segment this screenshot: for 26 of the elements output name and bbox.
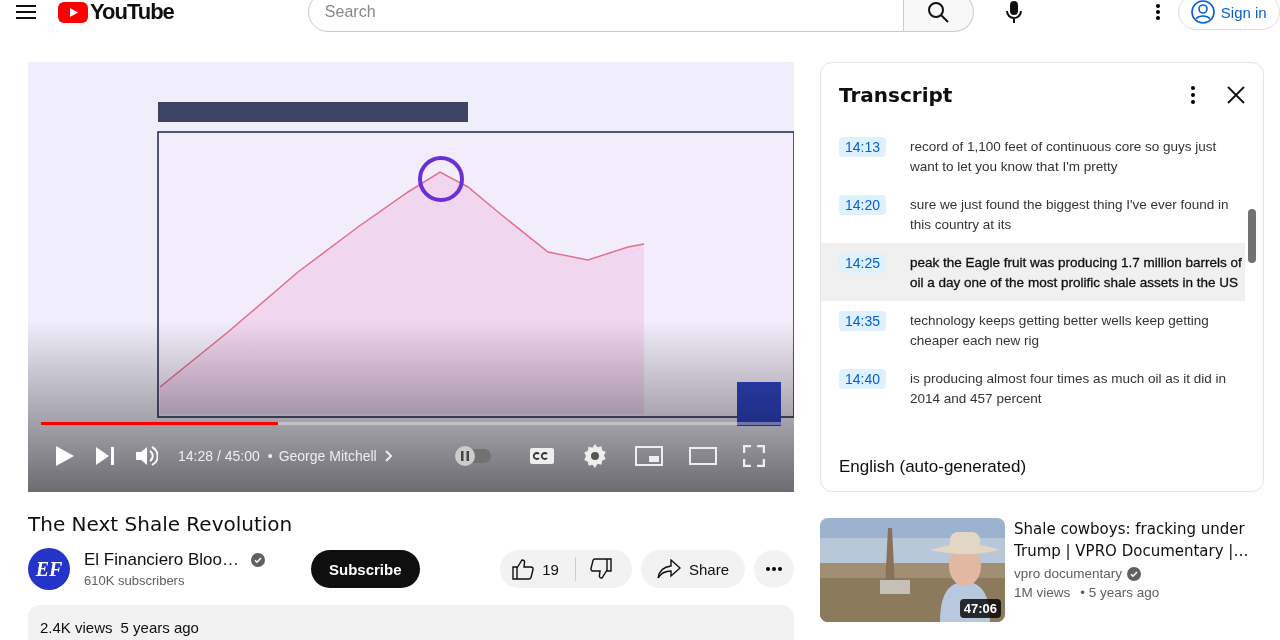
search-field[interactable]: Search	[307, 0, 904, 32]
duration-badge: 47:06	[959, 599, 1001, 618]
channel-name[interactable]: El Financiero Bloo…	[84, 550, 239, 570]
upload-age: • 5 years ago	[1080, 585, 1160, 600]
youtube-logo[interactable]: YouTube	[58, 0, 174, 25]
description-box[interactable]: 2.4K views 5 years ago	[28, 605, 794, 640]
panel-title: Transcript	[839, 83, 954, 107]
video-title: The Next Shale Revolution	[28, 511, 294, 538]
view-count: 2.4K views	[40, 619, 113, 638]
channel-name[interactable]: vpro documentary	[1014, 566, 1123, 581]
channel-avatar[interactable]: EF	[28, 548, 70, 590]
transcript-segment[interactable]: 14:25 peak the Eagle fruit was producing 1.7 million barrels of oil a day one of the most prolific shale assets in the US	[821, 243, 1245, 301]
sign-in-button[interactable]: Sign in	[1177, 0, 1280, 30]
time-display: 14:28 / 45:00	[178, 448, 260, 464]
transcript-segment[interactable]: 14:20 sure we just found the biggest thing I've ever found in this country at its	[821, 185, 1245, 243]
share-button[interactable]: Share	[640, 550, 745, 588]
subscribe-button[interactable]: Subscribe	[310, 550, 420, 588]
video-thumbnail[interactable]: 47:06	[820, 518, 1005, 622]
transcript-segment[interactable]: 14:13 record of 1,100 feet of continuous core so guys just want to let you know that I'm pretty	[821, 127, 1245, 185]
transcript-segment[interactable]: 14:35 technology keeps getting better wells keep getting cheaper each new rig	[821, 301, 1245, 359]
language-selector[interactable]: English (auto-generated)	[839, 457, 1027, 477]
upload-age: 5 years ago	[120, 619, 199, 638]
view-count: 1M views	[1014, 585, 1071, 600]
video-title[interactable]: Shale cowboys: fracking under Trump | VPRO Documentary |…	[1014, 518, 1254, 562]
subscriber-count: 610K subscribers	[84, 573, 186, 588]
transcript-segment[interactable]: 14:40 is producing almost four times as much oil as it did in 2014 and 457 percent	[821, 359, 1245, 417]
